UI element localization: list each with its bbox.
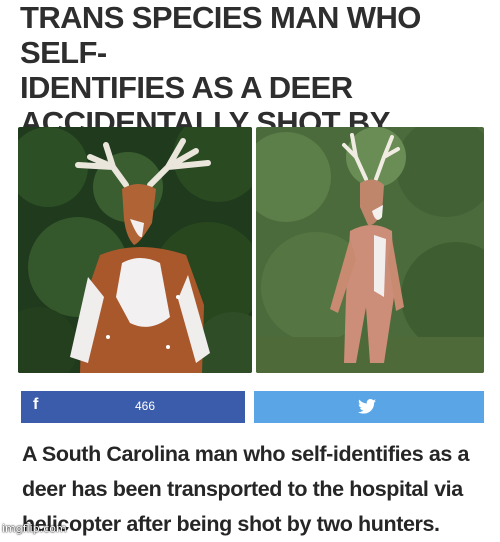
twitter-share-button[interactable]: [254, 391, 484, 423]
article-summary: A South Carolina man who self-identifies…: [22, 437, 492, 542]
twitter-bird-icon: [358, 399, 376, 414]
article-line-1: A South Carolina man who self-identifies…: [22, 442, 470, 466]
photo-deer-costume-front: [18, 127, 252, 373]
deer-costume-walking-image: [256, 127, 484, 373]
facebook-share-button[interactable]: f 466: [21, 391, 245, 423]
deer-costume-front-image: [18, 127, 252, 373]
facebook-share-count: 466: [135, 399, 156, 413]
photo-deer-costume-walking: [256, 127, 484, 373]
headline-line-2: IDENTIFIES AS A DEER: [20, 70, 353, 105]
article-line-3: helicopter after being shot by two hunte…: [22, 512, 440, 536]
article-line-2: deer has been transported to the hospita…: [22, 477, 463, 501]
facebook-icon: f: [33, 396, 39, 413]
headline-line-1: TRANS SPECIES MAN WHO SELF-: [20, 0, 421, 70]
imgflip-watermark: imgflip.com: [2, 522, 67, 535]
